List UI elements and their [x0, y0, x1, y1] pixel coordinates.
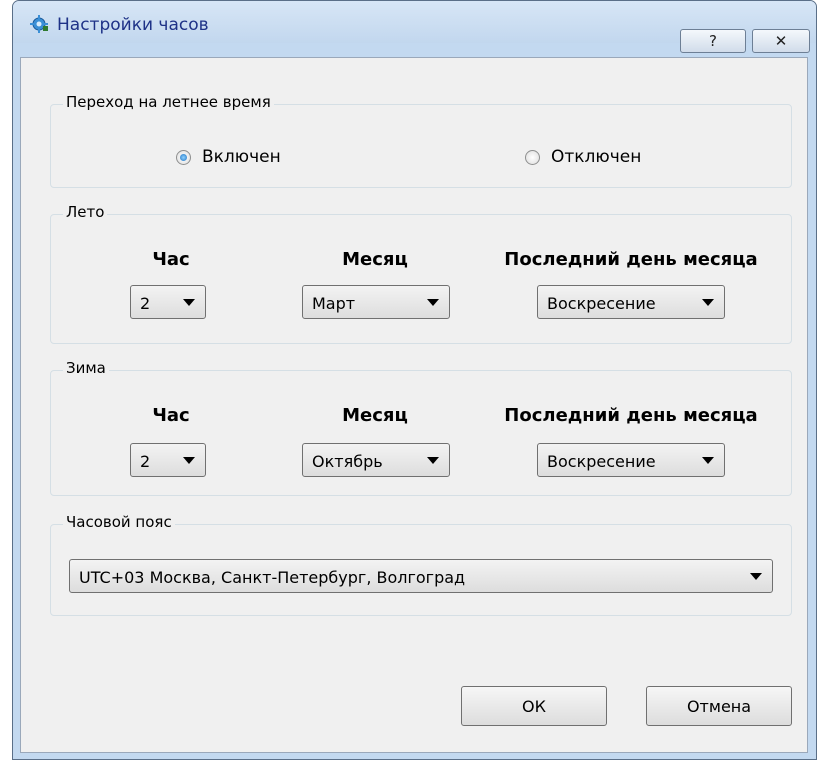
- dst-on-radio[interactable]: Включен: [176, 147, 281, 167]
- chevron-down-icon: [702, 299, 714, 306]
- summer-month-select[interactable]: Март: [302, 285, 450, 319]
- chevron-down-icon: [183, 299, 195, 306]
- timezone-value: UTC+03 Москва, Санкт-Петербург, Волгогра…: [79, 568, 466, 587]
- winter-hour-value: 2: [140, 452, 151, 471]
- chevron-down-icon: [427, 457, 439, 464]
- winter-day-select[interactable]: Воскресение: [537, 443, 725, 477]
- timezone-group: Часовой пояс UTC+03 Москва, Санкт-Петерб…: [50, 513, 792, 616]
- chevron-down-icon: [702, 457, 714, 464]
- ok-button[interactable]: ОК: [461, 686, 607, 726]
- radio-selected-icon: [176, 149, 191, 165]
- radio-unselected-icon: [525, 149, 540, 165]
- summer-hour-header: Час: [152, 249, 190, 270]
- summer-day-select[interactable]: Воскресение: [537, 285, 725, 319]
- winter-month-select[interactable]: Октябрь: [302, 443, 450, 477]
- winter-month-header: Месяц: [342, 405, 408, 426]
- window-title: Настройки часов: [57, 15, 209, 35]
- dst-off-radio[interactable]: Отключен: [525, 147, 641, 167]
- chevron-down-icon: [183, 457, 195, 464]
- winter-hour-select[interactable]: 2: [130, 443, 206, 477]
- summer-hour-select[interactable]: 2: [130, 285, 206, 319]
- chevron-down-icon: [750, 573, 762, 580]
- dst-off-label: Отключен: [551, 147, 642, 167]
- winter-hour-header: Час: [152, 405, 190, 426]
- help-icon: ?: [709, 32, 717, 50]
- summer-day-header: Последний день месяца: [504, 249, 758, 270]
- dialog-body: Переход на летнее время Включен Отключен…: [20, 57, 808, 753]
- summer-hour-value: 2: [140, 294, 151, 313]
- close-icon: ✕: [774, 32, 788, 50]
- settings-gear-icon: [30, 15, 48, 33]
- summer-group-title: Лето: [63, 203, 108, 221]
- dst-group: Переход на летнее время Включен Отключен: [50, 93, 792, 188]
- dst-on-label: Включен: [202, 147, 281, 167]
- winter-day-value: Воскресение: [547, 452, 656, 471]
- clock-settings-dialog: Настройки часов ? ✕ Переход на летнее вр…: [12, 0, 817, 760]
- help-button[interactable]: ?: [680, 29, 746, 53]
- summer-day-value: Воскресение: [547, 294, 656, 313]
- summer-month-header: Месяц: [342, 249, 408, 270]
- winter-group-title: Зима: [63, 359, 109, 377]
- summer-month-value: Март: [312, 294, 356, 313]
- close-button[interactable]: ✕: [752, 29, 810, 53]
- dst-group-title: Переход на летнее время: [63, 93, 274, 111]
- chevron-down-icon: [427, 299, 439, 306]
- timezone-group-title: Часовой пояс: [63, 513, 175, 531]
- winter-day-header: Последний день месяца: [504, 405, 758, 426]
- timezone-select[interactable]: UTC+03 Москва, Санкт-Петербург, Волгогра…: [69, 559, 773, 593]
- summer-group: Лето Час Месяц Последний день месяца 2 М…: [50, 203, 792, 344]
- winter-group: Зима Час Месяц Последний день месяца 2 О…: [50, 359, 792, 496]
- winter-month-value: Октябрь: [312, 452, 383, 471]
- cancel-button[interactable]: Отмена: [646, 686, 792, 726]
